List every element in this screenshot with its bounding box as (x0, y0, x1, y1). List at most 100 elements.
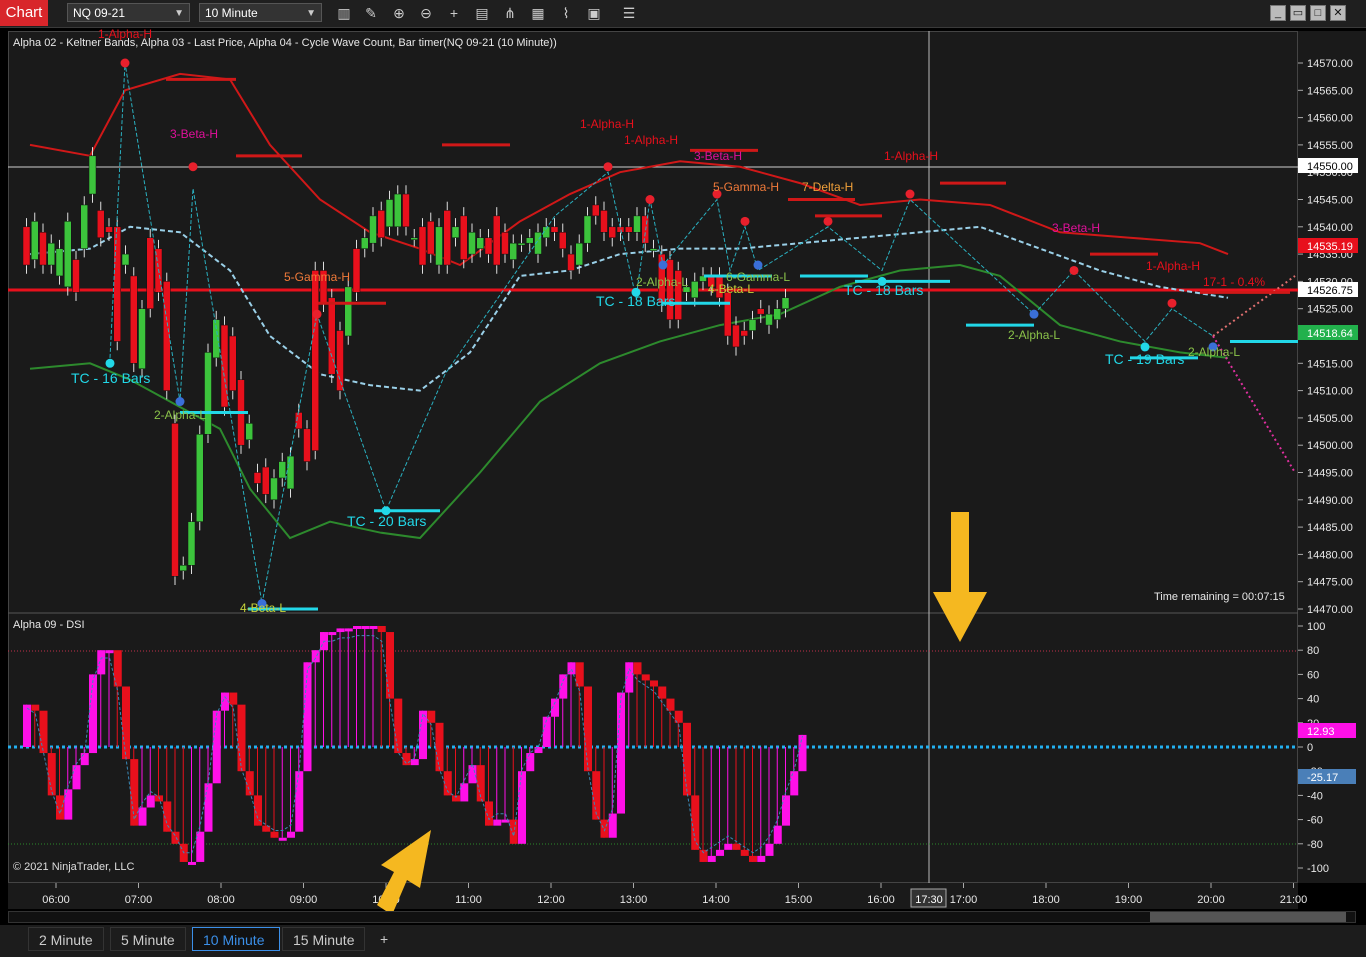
dsi-bar (633, 662, 642, 675)
wave-label: 4-Beta-L (708, 282, 754, 296)
wave-label: 3-Beta-H (1052, 221, 1100, 235)
bull-candle (179, 565, 187, 572)
tab-10-minute[interactable]: 10 Minute (192, 927, 280, 951)
bull-candle (385, 199, 394, 228)
bull-candle (212, 319, 220, 359)
bear-candle (567, 253, 575, 271)
bull-candle (765, 313, 773, 326)
dsi-bar (89, 674, 97, 754)
wave-label: 17-1 - 0.4% (1203, 275, 1265, 289)
price-tick-label: 14500.00 (1307, 440, 1353, 452)
bear-candle (484, 237, 493, 255)
dsi-bar (31, 704, 40, 711)
bear-candle (130, 275, 138, 364)
swing-high-dot (740, 216, 750, 226)
dsi-bar (23, 704, 31, 747)
wave-label: 5-Gamma-H (713, 180, 779, 194)
bear-candle (740, 330, 748, 337)
bull-candle (410, 237, 418, 240)
bear-candle (97, 210, 105, 238)
dsi-bar (600, 819, 609, 838)
scrollbar-thumb[interactable] (1150, 912, 1346, 922)
time-tick-label: 09:00 (290, 894, 318, 906)
swing-high-dot (312, 309, 322, 319)
dsi-bar (212, 710, 221, 784)
dsi-bar (394, 698, 403, 754)
wave-label: 2-Alpha-L (636, 275, 688, 289)
dsi-bar (757, 855, 766, 862)
price-tick-label: 14510.00 (1307, 386, 1353, 398)
bear-candle (501, 232, 509, 255)
time-tick-label: 14:00 (702, 894, 730, 906)
dsi-bar (435, 722, 444, 772)
wave-label: 1-Alpha-H (884, 149, 938, 163)
bear-candle (171, 423, 179, 577)
dsi-bar (724, 843, 733, 850)
cursor-time-label: 17:30 (915, 894, 943, 906)
dsi-bar (311, 650, 320, 663)
tab-5-minute[interactable]: 5 Minute (110, 927, 186, 951)
bear-candle (105, 226, 113, 233)
dsi-bar (64, 789, 73, 820)
add-tab-button[interactable]: + (370, 927, 398, 951)
dsi-bar (361, 626, 370, 629)
time-tick-label: 08:00 (207, 894, 235, 906)
bear-candle (402, 193, 410, 228)
swing-low-dot (1029, 309, 1039, 319)
bull-candle (286, 455, 295, 490)
bear-candle (377, 210, 385, 238)
price-tick-label: 14540.00 (1307, 222, 1353, 234)
swing-high-dot (603, 162, 613, 172)
bull-candle (649, 248, 658, 251)
bull-candle (55, 248, 64, 277)
dsi-bar (460, 783, 469, 802)
dsi-bar (683, 722, 691, 796)
time-tick-label: 18:00 (1032, 894, 1060, 906)
dsi-bar (765, 843, 774, 856)
bull-candle (517, 242, 526, 246)
dsi-bar (650, 680, 658, 687)
time-tick-label: 12:00 (537, 894, 565, 906)
bear-candle (22, 226, 31, 266)
dsi-bar (353, 626, 361, 629)
tc-label: TC - 19 Bars (1105, 351, 1184, 367)
annotation-arrow-up (377, 830, 431, 915)
dsi-marker-label: 12.93 (1307, 726, 1335, 738)
swing-high-dot (120, 58, 130, 68)
dsi-bar (72, 765, 81, 790)
time-tick-label: 17:00 (950, 894, 978, 906)
dsi-bar (113, 650, 122, 687)
dsi-bar (716, 849, 724, 856)
price-tick-label: 14480.00 (1307, 549, 1353, 561)
dsi-bar (237, 704, 246, 772)
dsi-bar (204, 783, 213, 832)
bear-candle (72, 259, 80, 293)
bear-candle (113, 226, 121, 342)
time-tick-label: 19:00 (1115, 894, 1143, 906)
dsi-marker-label: -25.17 (1307, 772, 1338, 784)
dsi-bar (377, 626, 386, 633)
bear-candle (550, 226, 559, 233)
wave-label: 2-Alpha-L (154, 408, 206, 422)
price-marker-label: 14550.00 (1307, 161, 1353, 173)
price-tick-label: 14485.00 (1307, 522, 1353, 534)
dsi-bar (485, 801, 493, 826)
price-tick-label: 14515.00 (1307, 358, 1353, 370)
swing-high-dot (188, 162, 198, 172)
dsi-bar (188, 861, 196, 865)
price-tick-label: 14490.00 (1307, 495, 1353, 507)
bull-candle (80, 204, 88, 249)
tab-15-minute[interactable]: 15 Minute (282, 927, 366, 951)
dsi-bar (509, 819, 518, 844)
dsi-tick-label: 40 (1307, 694, 1319, 706)
bull-candle (196, 434, 204, 522)
time-tick-label: 20:00 (1197, 894, 1225, 906)
wave-label: 1-Alpha-H (580, 117, 634, 131)
dsi-bar (122, 686, 130, 760)
dsi-bar (369, 626, 378, 629)
dsi-bar (526, 753, 535, 772)
tab-2-minute[interactable]: 2 Minute (28, 927, 104, 951)
annotation-arrow-down (933, 512, 987, 642)
swing-low-dot (753, 260, 763, 270)
tc-label: TC - 16 Bars (71, 370, 150, 386)
